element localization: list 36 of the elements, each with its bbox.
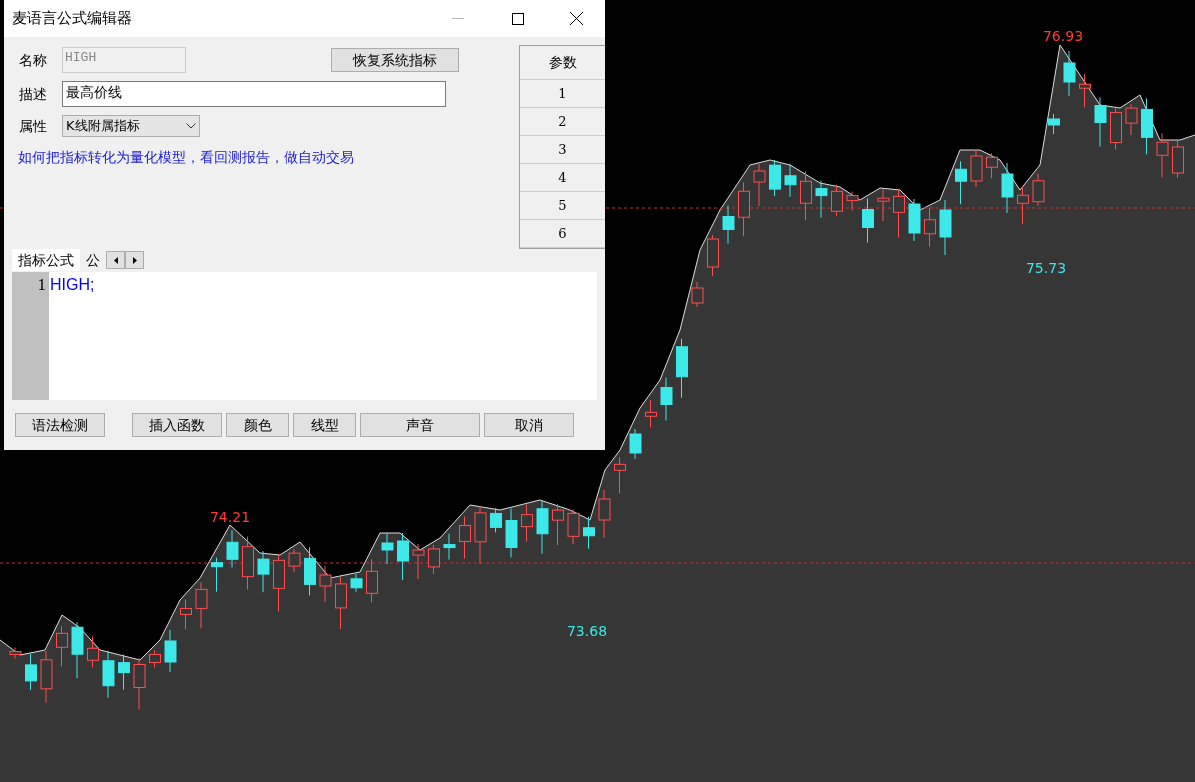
price-label: 73.68	[566, 622, 608, 641]
dialog-button[interactable]: 取消	[484, 413, 574, 437]
field-label: 属性	[19, 116, 47, 136]
line-number: 1	[37, 274, 47, 296]
dialog-button[interactable]: 声音	[360, 413, 480, 437]
param-row[interactable]: 5	[520, 192, 605, 220]
dialog-button[interactable]: 线型	[293, 413, 356, 437]
price-label: 76.93	[1042, 27, 1084, 46]
param-row[interactable]: 6	[520, 220, 605, 248]
dialog-button[interactable]: 语法检测	[15, 413, 105, 437]
window-title: 麦语言公式编辑器	[12, 8, 133, 30]
maximize-icon[interactable]	[512, 12, 524, 25]
description-field[interactable]: 最高价线	[62, 81, 446, 107]
help-link[interactable]: 如何把指标转化为量化模型，看回测报告，做自动交易	[18, 147, 519, 168]
param-row[interactable]: 4	[520, 164, 605, 192]
scroll-left-button[interactable]	[106, 251, 125, 269]
chevron-down-icon	[186, 123, 196, 129]
param-row[interactable]: 3	[520, 136, 605, 164]
dialog-button[interactable]: 插入函数	[132, 413, 222, 437]
price-label: 74.21	[209, 508, 251, 527]
param-row[interactable]: 2	[520, 108, 605, 136]
field-label: 名称	[19, 50, 47, 70]
triangle-left-icon	[113, 256, 118, 264]
dialog-button[interactable]: 颜色	[226, 413, 289, 437]
triangle-right-icon	[132, 256, 137, 264]
code-editor[interactable]: 1 HIGH;	[12, 272, 597, 400]
price-label: 75.73	[1025, 259, 1067, 278]
close-icon[interactable]	[570, 12, 583, 25]
param-row[interactable]: 1	[520, 80, 605, 108]
editor-tab[interactable]: 指标公式	[12, 249, 80, 271]
params-header: 参数	[520, 46, 605, 80]
code-line: HIGH;	[50, 275, 95, 295]
field-label: 描述	[19, 84, 47, 104]
attribute-dropdown[interactable]: K线附属指标	[62, 115, 200, 137]
restore-button[interactable]: 恢复系统指标	[331, 48, 459, 72]
scroll-right-button[interactable]	[125, 251, 144, 269]
